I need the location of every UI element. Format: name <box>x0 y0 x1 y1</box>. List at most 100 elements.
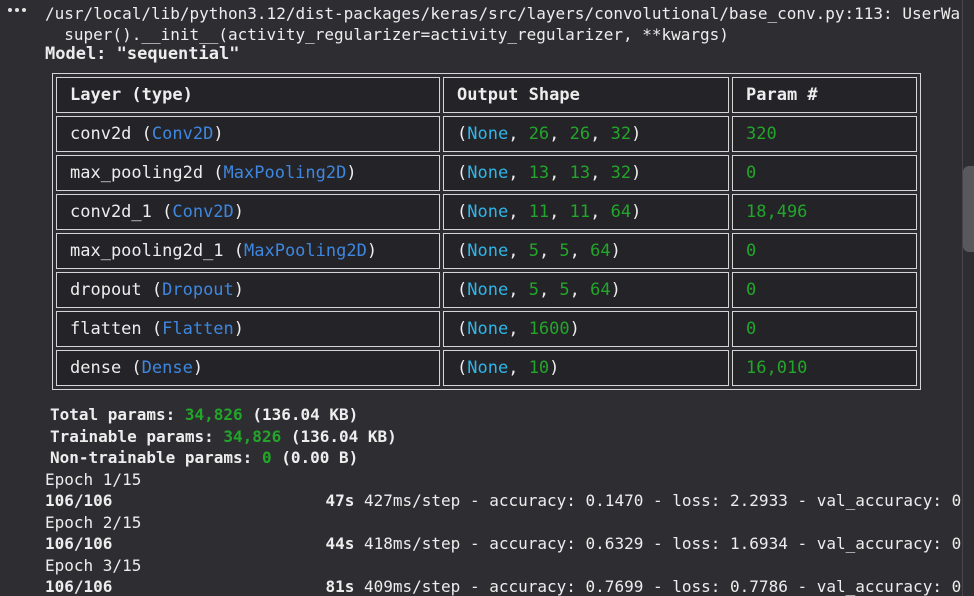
epoch-metrics: 427ms/step - accuracy: 0.1470 - loss: 2.… <box>364 491 961 510</box>
layer-class-name: MaxPooling2D <box>244 241 367 261</box>
layer-class-name: Dense <box>142 358 193 378</box>
shape-dim: 26 <box>570 124 590 144</box>
params-size: (0.00 B) <box>281 448 358 467</box>
shape-dim: 11 <box>529 202 549 222</box>
dot <box>15 8 19 12</box>
output-shape-cell: (None, 11, 11, 64) <box>443 194 729 230</box>
model-summary-table: Layer (type) Output Shape Param # conv2d… <box>52 73 921 390</box>
epoch-time: 44s <box>325 534 354 553</box>
epoch-progress-line: 106/106 44s 418ms/step - accuracy: 0.6329… <box>45 533 963 555</box>
param-count-cell: 0 <box>732 233 917 269</box>
layer-class-name: MaxPooling2D <box>224 163 347 183</box>
epoch-time: 81s <box>325 577 354 596</box>
param-count-cell: 320 <box>732 116 917 152</box>
output-shape-cell: (None, 1600) <box>443 311 729 347</box>
layer-type-cell: conv2d (Conv2D) <box>56 116 440 152</box>
layer-type-cell: max_pooling2d (MaxPooling2D) <box>56 155 440 191</box>
step-counter: 106/106 <box>45 491 112 510</box>
params-value: 0 <box>262 448 272 467</box>
output-options-ellipsis-icon[interactable] <box>8 8 26 12</box>
model-title: Model: "sequential" <box>45 44 963 64</box>
param-count-cell: 16,010 <box>732 350 917 386</box>
batch-dim-none: None <box>467 202 508 222</box>
shape-dim: 11 <box>570 202 590 222</box>
header-param-count: Param # <box>732 77 917 113</box>
shape-dim: 5 <box>559 280 569 300</box>
epoch-metrics: 418ms/step - accuracy: 0.6329 - loss: 1.… <box>364 534 961 553</box>
batch-dim-none: None <box>467 124 508 144</box>
shape-dim: 13 <box>529 163 549 183</box>
params-label: Trainable params: <box>50 427 214 446</box>
step-counter: 106/106 <box>45 577 112 596</box>
scrollbar-track <box>962 0 963 596</box>
summary-table-body: conv2d (Conv2D)(None, 26, 26, 32)320max_… <box>56 116 917 386</box>
warning-path-line: /usr/local/lib/python3.12/dist-packages/… <box>45 4 963 24</box>
layer-class-name: Flatten <box>162 319 234 339</box>
dot <box>22 8 26 12</box>
param-count: 320 <box>746 124 777 144</box>
params-total-line: Total params: 34,826 (136.04 KB) <box>45 404 963 426</box>
layer-type-cell: dense (Dense) <box>56 350 440 386</box>
progress-bar <box>121 499 316 503</box>
param-count: 0 <box>746 280 756 300</box>
table-header-row: Layer (type) Output Shape Param # <box>56 77 917 113</box>
table-row: flatten (Flatten)(None, 1600)0 <box>56 311 917 347</box>
output-shape-cell: (None, 5, 5, 64) <box>443 272 729 308</box>
output-shape-cell: (None, 5, 5, 64) <box>443 233 729 269</box>
params-label: Total params: <box>50 405 175 424</box>
output-shape-cell: (None, 26, 26, 32) <box>443 116 729 152</box>
epochs-block: Epoch 1/15106/10647s 427ms/step - accura… <box>45 469 963 596</box>
dot <box>8 8 12 12</box>
param-count: 0 <box>746 163 756 183</box>
epoch-progress-line: 106/106 47s 427ms/step - accuracy: 0.1470… <box>45 490 963 512</box>
shape-dim: 5 <box>559 241 569 261</box>
params-label: Non-trainable params: <box>50 448 252 467</box>
batch-dim-none: None <box>467 280 508 300</box>
table-row: dense (Dense)(None, 10)16,010 <box>56 350 917 386</box>
layer-class-name: Conv2D <box>172 202 233 222</box>
batch-dim-none: None <box>467 319 508 339</box>
step-counter: 106/106 <box>45 534 112 553</box>
epoch-label: Epoch 1/15 <box>45 469 963 491</box>
param-count: 18,496 <box>746 202 807 222</box>
batch-dim-none: None <box>467 163 508 183</box>
table-row: conv2d_1 (Conv2D)(None, 11, 11, 64)18,49… <box>56 194 917 230</box>
table-row: dropout (Dropout)(None, 5, 5, 64) 0 <box>56 272 917 308</box>
header-layer-type: Layer (type) <box>56 77 440 113</box>
params-size: (136.04 KB) <box>252 405 358 424</box>
params-value: 34,826 <box>223 427 281 446</box>
shape-dim: 32 <box>611 163 631 183</box>
shape-dim: 13 <box>570 163 590 183</box>
layer-class-name: Conv2D <box>152 124 213 144</box>
layer-type-cell: flatten (Flatten) <box>56 311 440 347</box>
layer-type-cell: dropout (Dropout) <box>56 272 440 308</box>
shape-dim: 32 <box>611 124 631 144</box>
epoch-metrics: 409ms/step - accuracy: 0.7699 - loss: 0.… <box>364 577 961 596</box>
params-total-line: Non-trainable params: 0 (0.00 B) <box>45 447 963 469</box>
progress-bar <box>121 542 316 546</box>
notebook-output-cell: /usr/local/lib/python3.12/dist-packages/… <box>0 0 974 596</box>
epoch-progress-line: 106/106 81s 409ms/step - accuracy: 0.7699… <box>45 576 963 596</box>
shape-dim: 64 <box>590 241 610 261</box>
shape-dim: 10 <box>529 358 549 378</box>
params-totals-block: Total params: 34,826 (136.04 KB)Trainabl… <box>45 404 963 469</box>
layer-type-cell: max_pooling2d_1 (MaxPooling2D) <box>56 233 440 269</box>
scrollbar-thumb[interactable] <box>963 166 974 252</box>
batch-dim-none: None <box>467 358 508 378</box>
shape-dim: 64 <box>590 280 610 300</box>
param-count-cell: 18,496 <box>732 194 917 230</box>
header-output-shape: Output Shape <box>443 77 729 113</box>
param-count-cell: 0 <box>732 155 917 191</box>
epoch-time: 47s <box>325 491 354 510</box>
shape-dim: 64 <box>611 202 631 222</box>
table-row: max_pooling2d (MaxPooling2D)(None, 13, 1… <box>56 155 917 191</box>
epoch-label: Epoch 3/15 <box>45 555 963 577</box>
layer-class-name: Dropout <box>162 280 234 300</box>
batch-dim-none: None <box>467 241 508 261</box>
param-count: 0 <box>746 241 756 261</box>
table-row: conv2d (Conv2D)(None, 26, 26, 32) 320 <box>56 116 917 152</box>
output-shape-cell: (None, 13, 13, 32) <box>443 155 729 191</box>
warning-code-line: super().__init__(activity_regularizer=ac… <box>45 25 963 45</box>
training-log: Total params: 34,826 (136.04 KB)Trainabl… <box>45 404 963 596</box>
params-size: (136.04 KB) <box>291 427 397 446</box>
